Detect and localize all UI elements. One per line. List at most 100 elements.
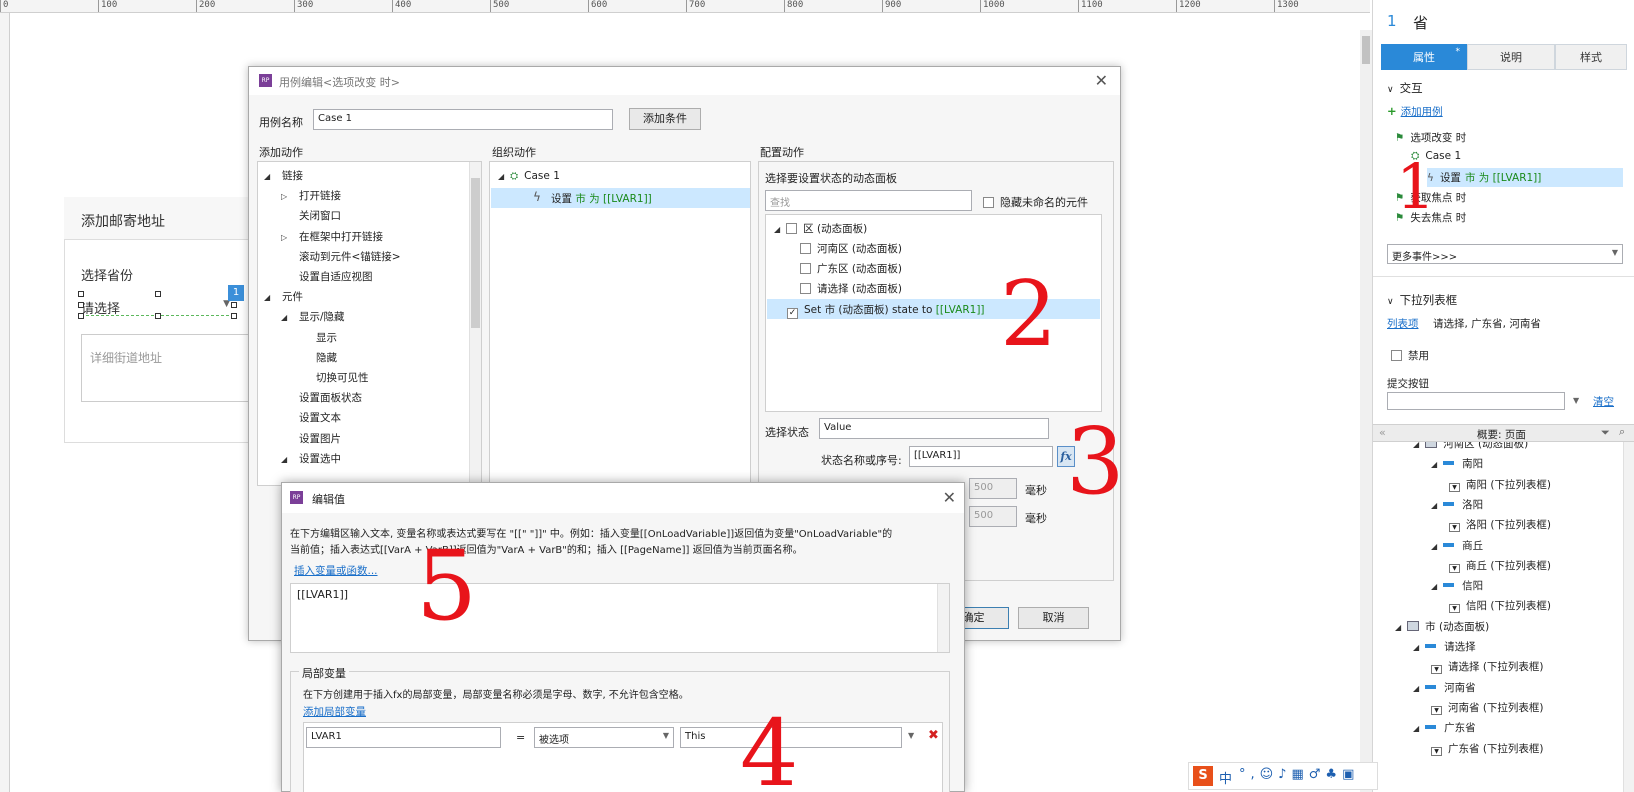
- panel-list-item[interactable]: 河南区 (动态面板): [800, 241, 902, 256]
- tab-style[interactable]: 样式: [1555, 44, 1627, 70]
- outline-item[interactable]: ▼ 河南省 (下拉列表框): [1431, 700, 1544, 715]
- insert-variable-link[interactable]: 插入变量或函数...: [294, 563, 378, 578]
- expand-arrow-icon[interactable]: ◢: [1413, 442, 1419, 449]
- event-tree-item[interactable]: ⚑ 失去焦点 时: [1395, 210, 1466, 225]
- local-var-name-input[interactable]: LVAR1: [306, 727, 501, 748]
- select-state-dropdown[interactable]: Value: [819, 418, 1049, 439]
- duration-input-1[interactable]: 500: [969, 478, 1017, 499]
- action-tree-item[interactable]: 关闭窗口: [281, 208, 341, 223]
- expand-arrow-icon[interactable]: ◢: [1413, 724, 1419, 733]
- action-tree-item[interactable]: 显示: [298, 330, 337, 345]
- add-local-variable-link[interactable]: 添加局部变量: [303, 704, 366, 719]
- org-case-row[interactable]: ◢ ⛭ Case 1: [498, 170, 560, 182]
- outline-item[interactable]: ◢ 商丘: [1431, 538, 1483, 553]
- action-tree-item[interactable]: 设置图片: [281, 431, 341, 446]
- value-textarea[interactable]: [[LVAR1]]: [290, 583, 950, 653]
- tab-notes[interactable]: 说明: [1467, 44, 1555, 70]
- outline-item[interactable]: ◢ 广东省: [1413, 720, 1476, 735]
- panel-list-item[interactable]: ◢ 区 (动态面板): [774, 221, 867, 236]
- expand-arrow-icon[interactable]: ◢: [1431, 460, 1437, 469]
- local-var-target-input[interactable]: This: [680, 727, 902, 748]
- resize-handle[interactable]: [155, 313, 161, 319]
- search-icon[interactable]: ⌕: [1619, 425, 1625, 439]
- chevron-down-icon[interactable]: ▼: [908, 731, 914, 740]
- event-tree-item[interactable]: ⚑ 选项改变 时: [1395, 130, 1466, 145]
- canvas-scroll-thumb[interactable]: [1362, 36, 1370, 64]
- street-address-input[interactable]: 详细街道地址: [81, 334, 251, 402]
- outline-item[interactable]: ◢ 南阳: [1431, 456, 1483, 471]
- event-tree-item[interactable]: ⚑ 获取焦点 时: [1395, 190, 1466, 205]
- expand-arrow-icon[interactable]: ◢: [281, 313, 293, 322]
- expand-arrow-icon[interactable]: ◢: [1413, 643, 1419, 652]
- add-action-scrollbar[interactable]: [469, 162, 481, 485]
- expand-arrow-icon[interactable]: ◢: [264, 293, 276, 302]
- panel-selected-row[interactable]: ✓ Set 市 (动态面板) state to [[LVAR1]]: [767, 299, 1100, 319]
- expand-arrow-icon[interactable]: ◢: [1395, 623, 1401, 632]
- resize-handle[interactable]: [231, 313, 237, 319]
- outline-item[interactable]: ◢ 信阳: [1431, 578, 1483, 593]
- panel-search-input[interactable]: 查找: [765, 190, 972, 211]
- action-tree-item[interactable]: ◢ 链接: [264, 168, 303, 183]
- dropdown-section[interactable]: ∨ 下拉列表框: [1387, 292, 1457, 308]
- tab-properties[interactable]: 属性 *: [1381, 44, 1467, 70]
- ime-icons[interactable]: °,☺♪▦♂♣▣: [1239, 767, 1359, 782]
- outline-item[interactable]: ◢ 市 (动态面板): [1395, 619, 1489, 634]
- outline-item[interactable]: ◢ 洛阳: [1431, 497, 1483, 512]
- resize-handle[interactable]: [78, 291, 84, 297]
- outline-item[interactable]: ▼ 信阳 (下拉列表框): [1449, 598, 1551, 614]
- cancel-button[interactable]: 取消: [1018, 607, 1089, 629]
- collapse-icon[interactable]: «: [1379, 426, 1386, 439]
- event-tree-item[interactable]: ⛭ Case 1: [1411, 150, 1461, 163]
- action-tree-item[interactable]: ◢ 设置选中: [281, 451, 341, 466]
- outline-scrollbar[interactable]: [1623, 442, 1634, 792]
- resize-handle[interactable]: [78, 313, 84, 319]
- panel-checkbox[interactable]: [800, 283, 811, 294]
- panel-checkbox[interactable]: [800, 243, 811, 254]
- outline-item[interactable]: ▼ 南阳 (下拉列表框): [1449, 477, 1551, 492]
- action-tree-item[interactable]: 设置面板状态: [281, 390, 362, 405]
- action-tree-item[interactable]: ▷ 打开链接: [281, 188, 341, 203]
- outline-item[interactable]: ◢ 河南区 (动态面板): [1413, 442, 1528, 451]
- list-items-link[interactable]: 列表项: [1387, 316, 1419, 331]
- duration-input-2[interactable]: 500: [969, 506, 1017, 527]
- outline-item[interactable]: ▼ 广东省 (下拉列表框): [1431, 741, 1544, 756]
- expand-arrow-icon[interactable]: ◢: [264, 172, 276, 181]
- expand-arrow-icon[interactable]: ◢: [1431, 501, 1437, 510]
- outline-item[interactable]: ▼ 商丘 (下拉列表框): [1449, 558, 1551, 573]
- action-tree-item[interactable]: 切换可见性: [298, 370, 369, 385]
- action-tree-item[interactable]: 滚动到元件<锚链接>: [281, 249, 401, 264]
- delete-icon[interactable]: ✖: [928, 728, 939, 743]
- interaction-section[interactable]: ∨ 交互: [1387, 80, 1423, 96]
- expand-arrow-icon[interactable]: ◢: [1413, 684, 1419, 693]
- state-name-input[interactable]: [[LVAR1]]: [909, 446, 1053, 467]
- action-tree-item[interactable]: 设置自适应视图: [281, 269, 373, 284]
- close-icon[interactable]: ✕: [1095, 71, 1108, 90]
- case-name-input[interactable]: Case 1: [313, 109, 613, 130]
- fx-button[interactable]: fx: [1057, 446, 1075, 467]
- panel-checkbox[interactable]: [800, 263, 811, 274]
- expand-arrow-icon[interactable]: ▷: [281, 233, 293, 242]
- clear-link[interactable]: 清空: [1593, 394, 1614, 409]
- resize-handle[interactable]: [231, 302, 237, 308]
- submit-button-input[interactable]: [1387, 392, 1565, 410]
- outline-item[interactable]: ▼ 请选择 (下拉列表框): [1431, 659, 1544, 675]
- outline-item[interactable]: ◢ 请选择: [1413, 639, 1476, 654]
- outline-item[interactable]: ◢ 河南省: [1413, 680, 1476, 695]
- disabled-checkbox[interactable]: 禁用: [1391, 348, 1429, 363]
- filter-icon[interactable]: ⏷: [1601, 426, 1610, 440]
- panel-list-item[interactable]: 请选择 (动态面板): [800, 281, 902, 296]
- action-tree-item[interactable]: ▷ 在框架中打开链接: [281, 229, 383, 244]
- org-action-row[interactable]: ϟ 设置 市 为 [[LVAR1]]: [491, 188, 750, 208]
- hide-unnamed-checkbox[interactable]: 隐藏未命名的元件: [983, 194, 1088, 210]
- expand-arrow-icon[interactable]: ◢: [281, 455, 293, 464]
- action-tree-item[interactable]: 设置文本: [281, 410, 341, 425]
- panel-list-item[interactable]: 广东区 (动态面板): [800, 261, 902, 276]
- close-icon[interactable]: ✕: [943, 488, 956, 507]
- action-tree-item[interactable]: ◢ 显示/隐藏: [281, 309, 345, 324]
- checked-icon[interactable]: ✓: [787, 308, 798, 319]
- expand-arrow-icon[interactable]: ◢: [774, 225, 780, 234]
- canvas-scrollbar[interactable]: [1360, 30, 1372, 792]
- event-tree-item[interactable]: ϟ 设置市 为 [[LVAR1]]: [1427, 168, 1623, 187]
- expand-arrow-icon[interactable]: ▷: [281, 192, 293, 201]
- add-condition-button[interactable]: 添加条件: [629, 108, 701, 130]
